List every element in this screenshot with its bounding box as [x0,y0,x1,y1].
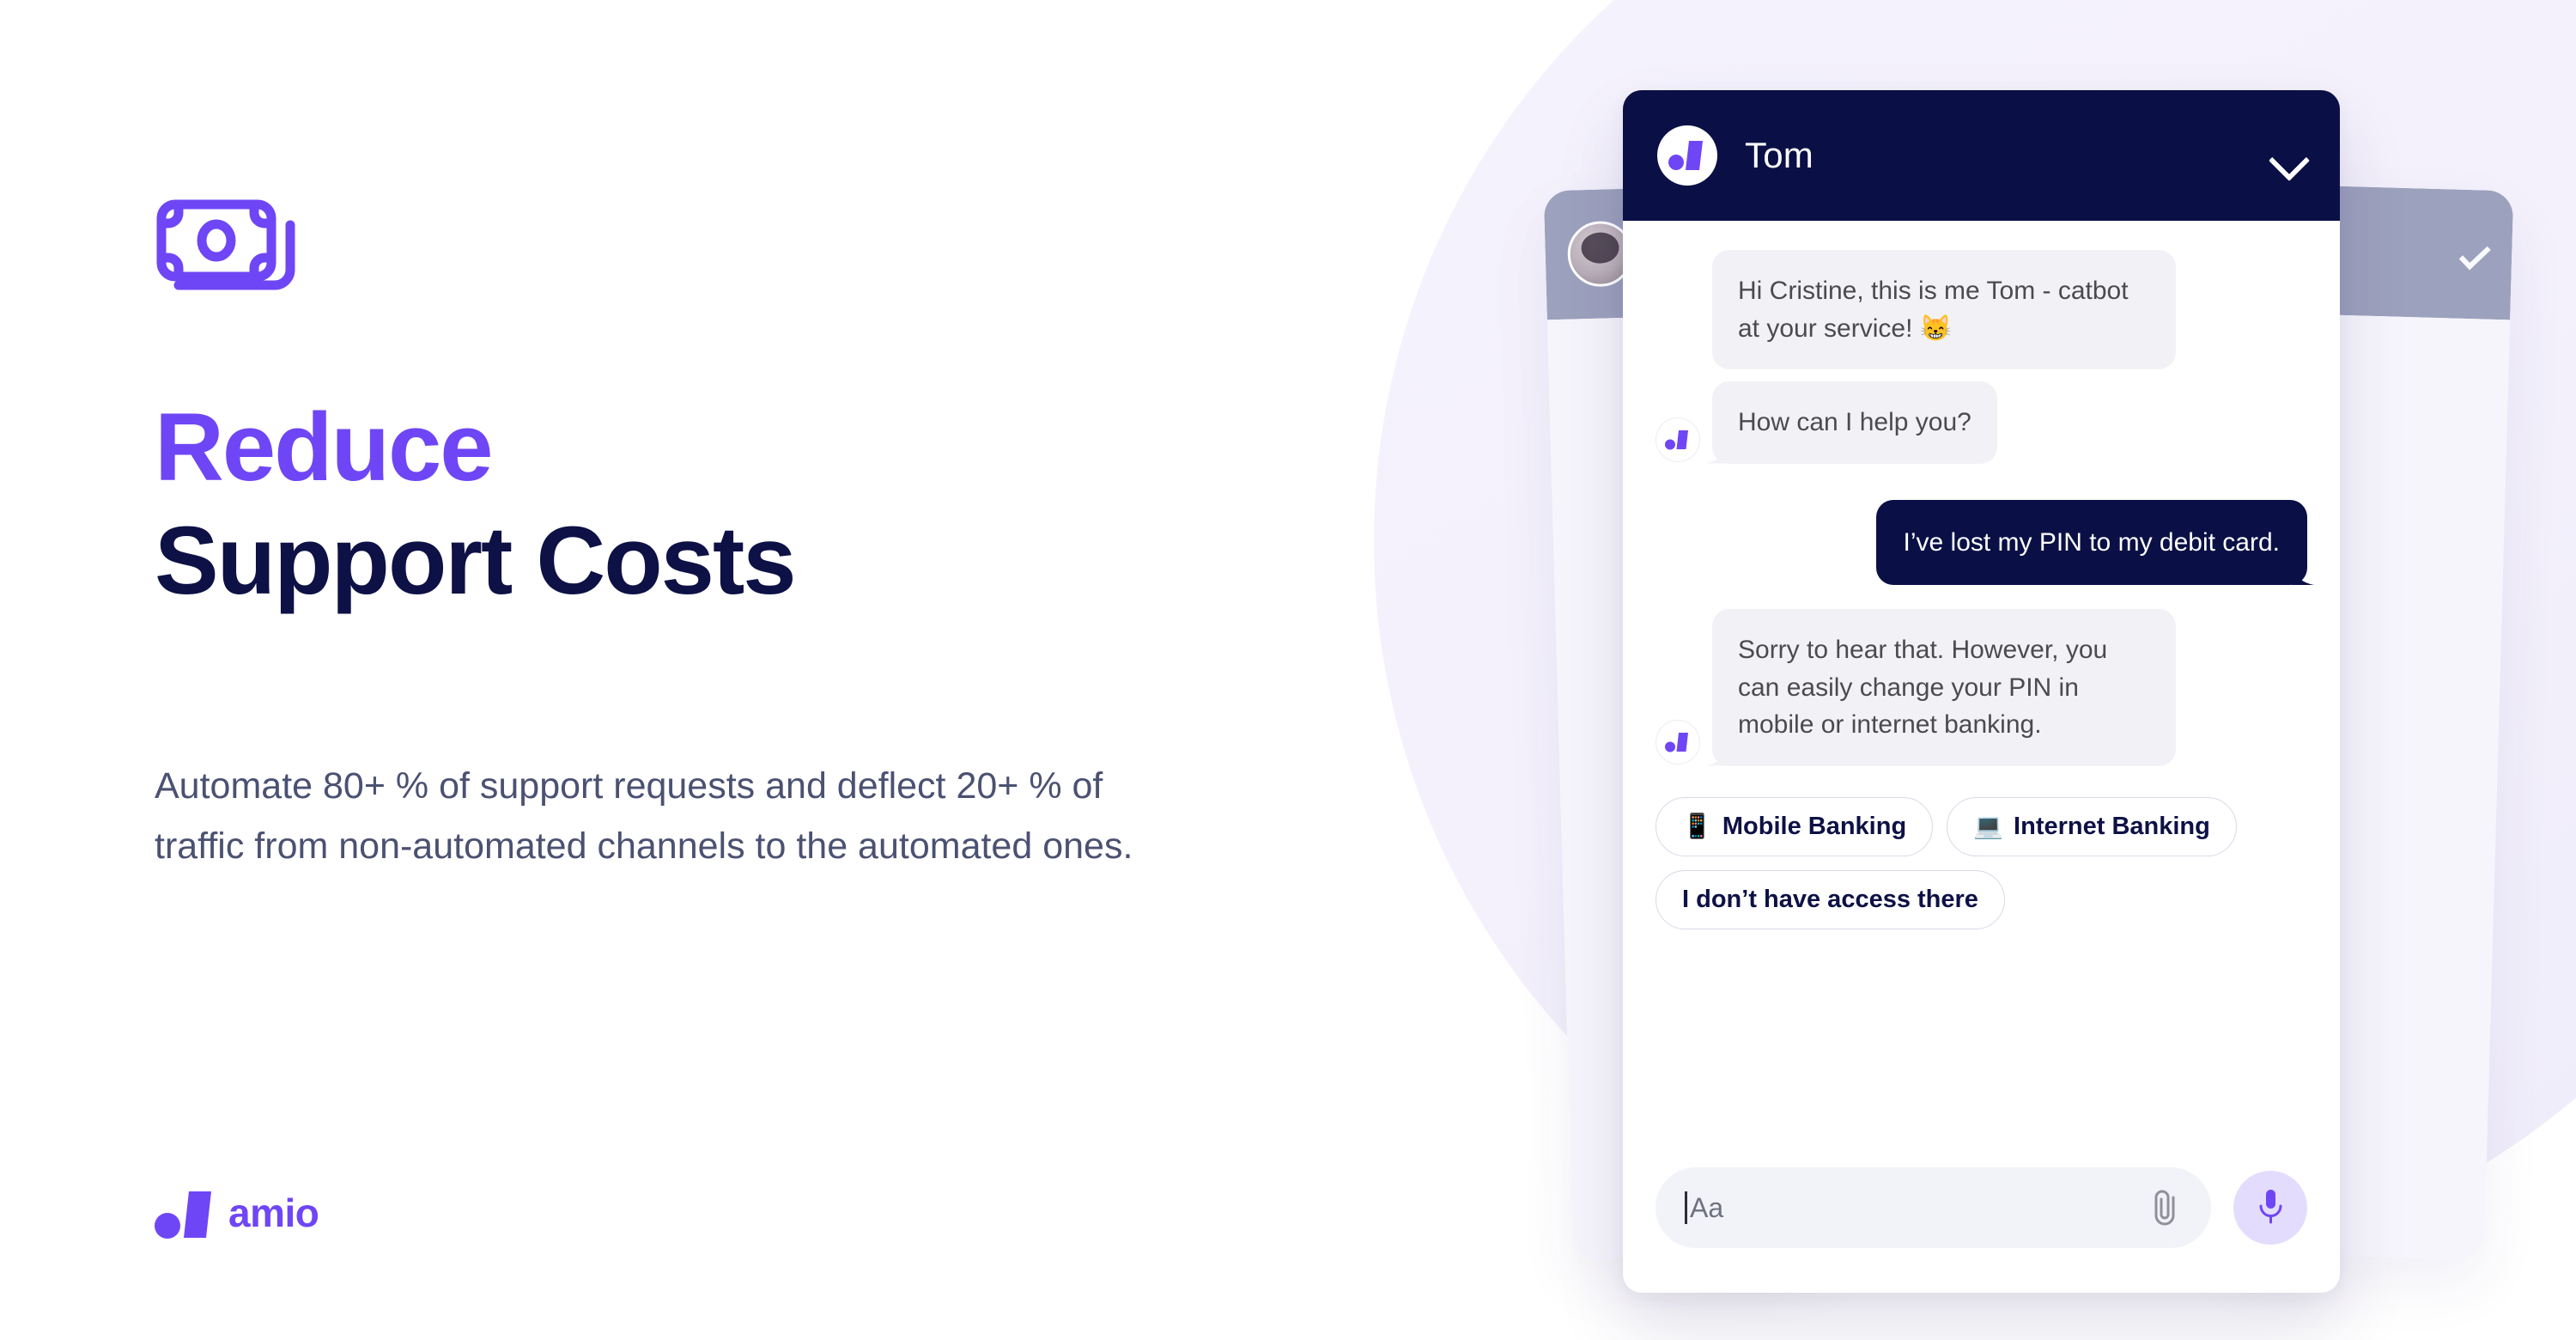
text-cursor [1685,1191,1687,1224]
voice-record-button[interactable] [2233,1171,2307,1245]
banknotes-icon [155,199,309,302]
chat-header: Tom [1623,90,2340,221]
chat-message-row: I’ve lost my PIN to my debit card. [1656,499,2307,585]
laptop-icon: 💻 [1973,813,2004,839]
quick-reply-list: 📱 Mobile Banking 💻 Internet Banking I do… [1656,796,2274,929]
quick-reply-label: I don’t have access there [1682,885,1978,913]
page-title: Reduce Support Costs [155,391,1142,618]
quick-reply-mobile-banking[interactable]: 📱 Mobile Banking [1656,796,1934,856]
quick-reply-no-access[interactable]: I don’t have access there [1656,869,2005,929]
chat-message-row: How can I help you? [1656,381,2307,464]
chat-composer-bar: Aa [1623,1167,2340,1293]
quick-reply-label: Mobile Banking [1722,812,1907,840]
message-input-placeholder: Aa [1690,1191,1724,1223]
bot-message-bubble: Sorry to hear that. However, you can eas… [1712,609,2176,766]
chevron-down-icon[interactable] [2271,146,2306,165]
headline-line-dark: Support Costs [155,507,797,615]
avatar-spacer [1656,323,1700,368]
quick-reply-label: Internet Banking [2014,812,2210,840]
bot-message-bubble: Hi Cristine, this is me Tom - catbot at … [1712,250,2176,369]
chat-title: Tom [1745,135,1814,175]
amio-logo-icon [155,1190,216,1240]
chat-message-row: Sorry to hear that. However, you can eas… [1656,609,2307,766]
chat-widget: Tom Hi Cristine, this is me Tom - catbot… [1623,90,2340,1293]
hero-subtext: Automate 80+ % of support requests and d… [155,765,1133,868]
bot-message-bubble: How can I help you? [1712,381,1997,464]
microphone-icon [2257,1188,2283,1228]
headline-line-accent: Reduce [155,393,494,501]
paperclip-icon[interactable] [2148,1188,2182,1227]
amio-logo-icon [1657,125,1717,186]
message-input[interactable]: Aa [1656,1167,2211,1248]
brand-wordmark: amio [228,1191,319,1235]
brand-logo: amio [155,1190,319,1240]
mobile-phone-icon: 📱 [1682,813,1712,839]
chat-message-row: Hi Cristine, this is me Tom - catbot at … [1656,250,2307,369]
chat-message-list: Hi Cristine, this is me Tom - catbot at … [1623,221,2340,1167]
bot-avatar [1656,719,1700,764]
chevron-down-icon [2458,238,2491,271]
hero-panel: Reduce Support Costs Automate 80+ % of s… [155,0,1185,1340]
quick-reply-internet-banking[interactable]: 💻 Internet Banking [1947,796,2237,856]
bot-avatar [1656,417,1700,462]
user-message-bubble: I’ve lost my PIN to my debit card. [1875,499,2307,585]
